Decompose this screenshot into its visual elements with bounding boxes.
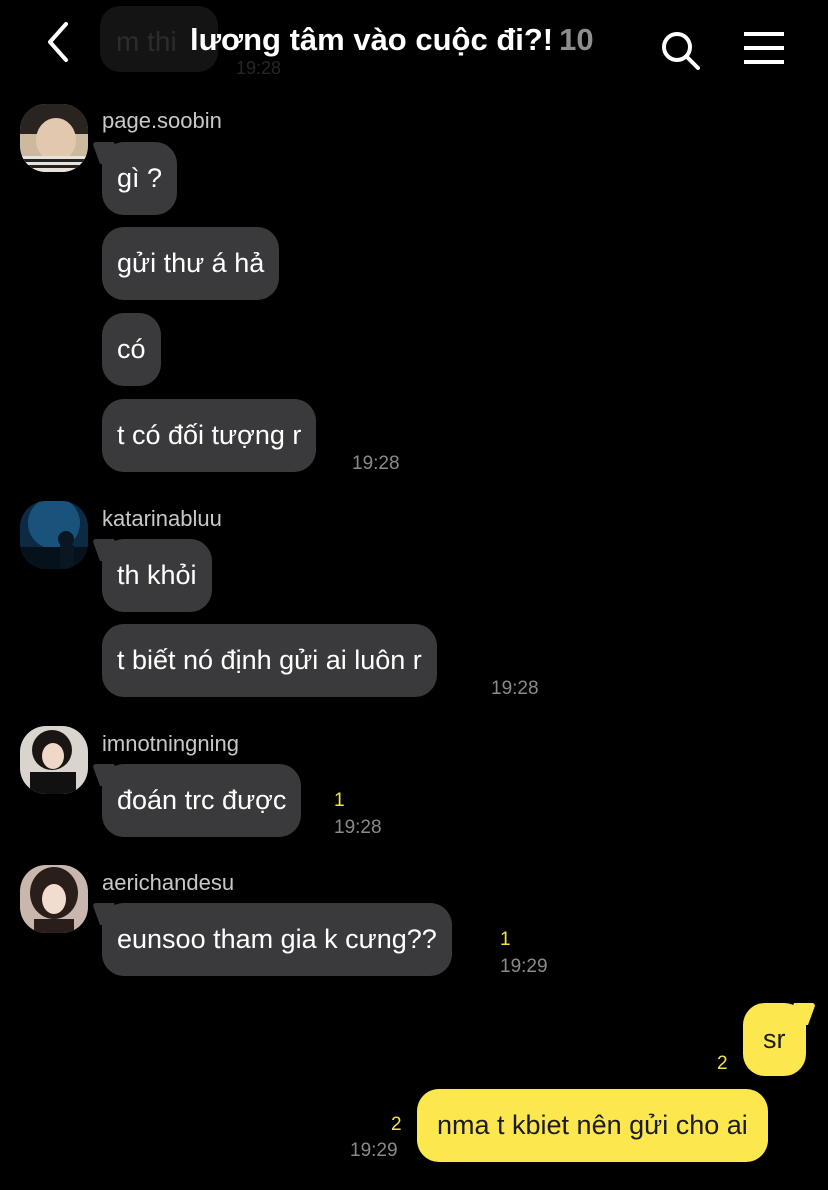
message-text: đoán trc được bbox=[117, 785, 287, 815]
message-text: eunsoo tham gia k cưng?? bbox=[117, 924, 437, 954]
message-time: 19:28 bbox=[491, 678, 539, 699]
message-bubble[interactable]: t biết nó định gửi ai luôn r bbox=[102, 624, 437, 697]
my-message-bubble[interactable]: nma t kbiet nên gửi cho ai bbox=[417, 1089, 768, 1162]
avatar-katarinabluu[interactable] bbox=[20, 501, 88, 569]
search-icon[interactable] bbox=[660, 30, 702, 72]
scrolled-message-text: m thi bbox=[116, 26, 177, 57]
message-bubble[interactable]: đoán trc được bbox=[102, 764, 302, 837]
unread-count: 1 bbox=[334, 790, 345, 811]
member-count: 10 bbox=[559, 22, 594, 57]
my-message-bubble[interactable]: sr bbox=[743, 1003, 806, 1076]
sender-name: aerichandesu bbox=[102, 870, 235, 895]
unread-count: 2 bbox=[717, 1053, 728, 1074]
message-text: t có đối tượng r bbox=[117, 420, 302, 450]
message-text: t biết nó định gửi ai luôn r bbox=[117, 645, 422, 675]
message-bubble[interactable]: có bbox=[102, 313, 161, 386]
message-bubble[interactable]: gửi thư á hả bbox=[102, 227, 280, 300]
message-bubble[interactable]: th khỏi bbox=[102, 539, 212, 612]
message-text: có bbox=[117, 334, 146, 364]
chat-header: m thi 19:28 lương tâm vào cuộc đi?! 10 bbox=[0, 0, 828, 90]
scrolled-message-time: 19:28 bbox=[236, 58, 282, 78]
unread-count: 1 bbox=[500, 929, 511, 950]
message-text: nma t kbiet nên gửi cho ai bbox=[437, 1110, 748, 1140]
message-text: sr bbox=[763, 1024, 786, 1054]
chat-title-text: lương tâm vào cuộc đi?! bbox=[190, 22, 554, 57]
message-bubble[interactable]: gì ? bbox=[102, 142, 178, 215]
message-text: gì ? bbox=[117, 163, 163, 193]
message-time: 19:29 bbox=[350, 1140, 398, 1161]
message-bubble[interactable]: eunsoo tham gia k cưng?? bbox=[102, 903, 452, 976]
sender-name: page.soobin bbox=[102, 108, 222, 133]
message-text: th khỏi bbox=[117, 560, 197, 590]
message-text: gửi thư á hả bbox=[117, 248, 265, 278]
message-time: 19:28 bbox=[352, 453, 400, 474]
chat-title: lương tâm vào cuộc đi?! 10 bbox=[190, 22, 594, 58]
avatar-aerichandesu[interactable] bbox=[20, 865, 88, 933]
unread-count: 2 bbox=[391, 1114, 402, 1135]
message-time: 19:29 bbox=[500, 956, 548, 977]
message-bubble[interactable]: t có đối tượng r bbox=[102, 399, 317, 472]
menu-icon[interactable] bbox=[742, 30, 786, 66]
message-time: 19:28 bbox=[334, 817, 382, 838]
avatar-imnotningning[interactable] bbox=[20, 726, 88, 794]
sender-name: katarinabluu bbox=[102, 506, 222, 531]
sender-name: imnotningning bbox=[102, 731, 239, 756]
avatar-page-soobin[interactable] bbox=[20, 104, 88, 172]
back-icon[interactable] bbox=[38, 20, 82, 64]
